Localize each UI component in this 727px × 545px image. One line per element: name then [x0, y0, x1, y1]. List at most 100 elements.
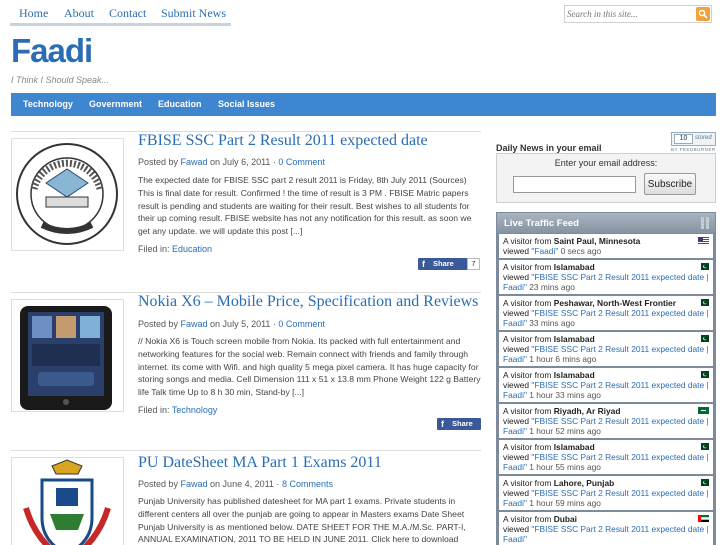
feed-visitor-line: A visitor from Peshawar, North-West Fron… — [503, 298, 709, 308]
post-thumbnail-pu-crest[interactable] — [11, 457, 124, 545]
feed-visitor-line: A visitor from Islamabad — [503, 262, 709, 272]
category-bar: Technology Government Education Social I… — [11, 93, 716, 116]
post-meta: Posted by Fawad on July 6, 2011 · 0 Comm… — [138, 157, 325, 167]
post-author-link[interactable]: Fawad — [181, 157, 208, 167]
nav-submit-news[interactable]: Submit News — [161, 6, 226, 21]
site-tagline: I Think I Should Speak... — [11, 75, 110, 85]
email-field[interactable] — [513, 176, 636, 193]
post-comments-link[interactable]: 0 Comment — [278, 319, 325, 329]
feed-view-line: viewed "FBISE SSC Part 2 Result 2011 exp… — [503, 380, 709, 400]
category-government[interactable]: Government — [89, 99, 142, 109]
feedburner-counter[interactable]: 10 stored — [671, 132, 716, 146]
feed-prefix: A visitor from — [503, 262, 554, 272]
country-flag-icon — [698, 263, 709, 270]
feed-item: A visitor from Islamabad viewed "FBISE SS… — [499, 260, 713, 294]
nav-contact[interactable]: Contact — [109, 6, 146, 21]
country-flag-icon — [698, 515, 709, 522]
daily-news-title: Daily News in your email — [496, 143, 602, 153]
feed-viewed: viewed — [503, 246, 532, 256]
country-flag-icon — [698, 237, 709, 244]
feed-view-line: viewed "FBISE SSC Part 2 Result 2011 exp… — [503, 524, 709, 544]
feed-time-ago: 23 mins ago — [526, 282, 575, 292]
country-flag-icon — [698, 407, 709, 414]
feed-viewed: viewed — [503, 308, 532, 318]
feed-header: Live Traffic Feed — [497, 213, 715, 233]
live-traffic-feed: Live Traffic Feed A visitor from Saint P… — [496, 212, 716, 545]
feed-view-line: viewed "FBISE SSC Part 2 Result 2011 exp… — [503, 344, 709, 364]
feed-viewed: viewed — [503, 416, 532, 426]
post-comments-link[interactable]: 8 Comments — [282, 479, 333, 489]
post-excerpt: // Nokia X6 is Touch screen mobile from … — [138, 336, 481, 398]
category-technology[interactable]: Technology — [23, 99, 73, 109]
feed-viewed: viewed — [503, 524, 532, 534]
post-author-link[interactable]: Fawad — [181, 479, 208, 489]
post-category-link[interactable]: Education — [172, 244, 212, 254]
facebook-share-button[interactable]: f Share — [418, 258, 473, 270]
post-excerpt: Punjab University has published dateshee… — [138, 496, 466, 545]
feed-item: A visitor from Islamabad viewed "FBISE SS… — [499, 368, 713, 402]
post-category-link[interactable]: Technology — [172, 405, 218, 415]
subscribe-button[interactable]: Subscribe — [644, 173, 696, 195]
feed-time-ago: 1 hour 55 mins ago — [526, 462, 601, 472]
counter-text: stored — [695, 135, 712, 141]
feed-visitor-line: A visitor from Dubai — [503, 514, 709, 524]
search-button[interactable] — [696, 7, 710, 21]
category-social-issues[interactable]: Social Issues — [218, 99, 275, 109]
feed-time-ago: 1 hour 52 mins ago — [526, 426, 601, 436]
post-title[interactable]: PU DateSheet MA Part 1 Exams 2011 — [138, 454, 484, 472]
feed-view-line: viewed "FBISE SSC Part 2 Result 2011 exp… — [503, 416, 709, 436]
feed-viewed: viewed — [503, 488, 532, 498]
nav-about[interactable]: About — [64, 6, 94, 21]
feed-viewed: viewed — [503, 344, 532, 354]
feed-prefix: A visitor from — [503, 514, 554, 524]
post-author-link[interactable]: Fawad — [181, 319, 208, 329]
feed-location: Peshawar, North-West Frontier — [553, 298, 676, 308]
category-education[interactable]: Education — [158, 99, 202, 109]
post-excerpt: The expected date for FBISE SSC part 2 r… — [138, 175, 472, 237]
feed-page-link[interactable]: "Faadi" — [531, 246, 558, 256]
feed-list: A visitor from Saint Paul, Minnesota view… — [499, 234, 713, 545]
feed-time-ago: 1 hour 6 mins ago — [526, 354, 597, 364]
search-input[interactable] — [567, 7, 695, 21]
feed-view-line: viewed "Faadi" 0 secs ago — [503, 246, 709, 256]
site-logo[interactable]: Faadi — [11, 34, 93, 67]
email-label: Enter your email address: — [554, 158, 658, 168]
post-title[interactable]: Nokia X6 – Mobile Price, Specification a… — [138, 293, 484, 311]
feed-visitor-line: A visitor from Islamabad — [503, 442, 709, 452]
country-flag-icon — [698, 299, 709, 306]
feed-location: Lahore, Punjab — [553, 478, 615, 488]
post-title[interactable]: FBISE SSC Part 2 Result 2011 expected da… — [138, 132, 484, 150]
post-item: PU DateSheet MA Part 1 Exams 2011 Posted… — [11, 450, 481, 545]
feed-visitor-line: A visitor from Islamabad — [503, 334, 709, 344]
feed-location: Islamabad — [553, 334, 595, 344]
feed-view-line: viewed "FBISE SSC Part 2 Result 2011 exp… — [503, 272, 709, 292]
feed-time-ago: 1 hour 33 mins ago — [526, 390, 601, 400]
country-flag-icon — [698, 371, 709, 378]
post-meta: Posted by Fawad on July 5, 2011 · 0 Comm… — [138, 319, 325, 329]
country-flag-icon — [698, 443, 709, 450]
post-thumbnail-fbise-seal[interactable] — [11, 138, 124, 251]
feed-visitor-line: A visitor from Riyadh, Ar Riyad — [503, 406, 709, 416]
post-date: on June 4, 2011 · — [207, 479, 282, 489]
feed-visitor-line: A visitor from Islamabad — [503, 370, 709, 380]
share-label: Share — [433, 259, 454, 268]
nokia-phone-icon — [12, 300, 123, 411]
feed-options-icon[interactable] — [700, 217, 710, 229]
post-comments-link[interactable]: 0 Comment — [278, 157, 325, 167]
filed-label: Filed in: — [138, 244, 173, 254]
feed-page-link[interactable]: "FBISE SSC Part 2 Result 2011 expected d… — [503, 524, 709, 544]
nav-home[interactable]: Home — [19, 6, 48, 21]
facebook-share-button[interactable]: f Share — [437, 418, 481, 430]
feed-visitor-line: A visitor from Saint Paul, Minnesota — [503, 236, 709, 246]
feed-view-line: viewed "FBISE SSC Part 2 Result 2011 exp… — [503, 488, 709, 508]
feed-prefix: A visitor from — [503, 298, 554, 308]
feed-viewed: viewed — [503, 452, 532, 462]
post-thumbnail-nokia-x6[interactable] — [11, 299, 124, 412]
feed-title: Live Traffic Feed — [504, 218, 579, 229]
post-item: FBISE SSC Part 2 Result 2011 expected da… — [11, 131, 481, 276]
feed-item: A visitor from Riyadh, Ar Riyad viewed "F… — [499, 404, 713, 438]
meta-prefix: Posted by — [138, 157, 181, 167]
post-meta: Posted by Fawad on June 4, 2011 · 8 Comm… — [138, 479, 333, 489]
feed-prefix: A visitor from — [503, 478, 554, 488]
post-filed-in: Filed in: Technology — [138, 405, 217, 415]
